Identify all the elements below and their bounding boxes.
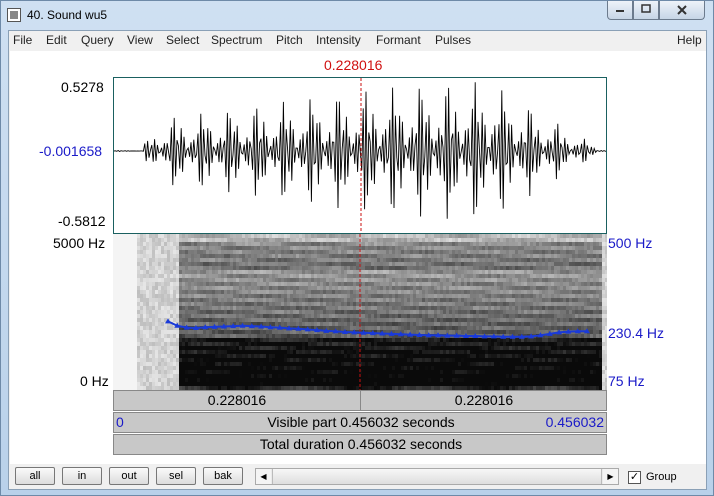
visible-part-text: Visible part 0.456032 seconds xyxy=(114,413,608,432)
group-checkbox[interactable]: ✓ xyxy=(628,471,641,484)
scroll-thumb[interactable] xyxy=(272,469,602,484)
maximize-button[interactable] xyxy=(633,1,659,20)
menu-spectrum[interactable]: Spectrum xyxy=(211,33,262,47)
zoom-in-button[interactable]: in xyxy=(62,467,102,485)
zoom-out-button[interactable]: out xyxy=(109,467,149,485)
menu-help[interactable]: Help xyxy=(677,33,702,47)
title-bar[interactable]: 40. Sound wu5 xyxy=(1,1,713,29)
total-duration-bar[interactable]: Total duration 0.456032 seconds xyxy=(113,434,607,455)
waveform-trace xyxy=(114,82,607,219)
editor-canvas[interactable]: 0.228016 0.5278 -0.001658 -0.5812 5000 H… xyxy=(10,51,706,464)
group-label: Group xyxy=(646,471,677,483)
menu-formant[interactable]: Formant xyxy=(376,33,421,47)
maximize-icon xyxy=(640,4,652,14)
visible-part-bar[interactable]: 0 Visible part 0.456032 seconds 0.456032 xyxy=(113,412,607,433)
close-button[interactable] xyxy=(659,1,705,20)
zoom-selection-button[interactable]: sel xyxy=(156,467,196,485)
menu-bar: File Edit Query View Select Spectrum Pit… xyxy=(9,31,706,50)
waveform-panel[interactable] xyxy=(113,77,607,234)
menu-view[interactable]: View xyxy=(127,33,153,47)
waveform-zero-label: -0.001658 xyxy=(39,143,102,159)
sound-editor-window: 40. Sound wu5 File Edit Query View Selec… xyxy=(0,0,714,496)
spectrogram-max-freq-label: 5000 Hz xyxy=(53,235,105,251)
zoom-back-button[interactable]: bak xyxy=(203,467,243,485)
menu-pulses[interactable]: Pulses xyxy=(435,33,471,47)
horizontal-scrollbar[interactable]: ◀ ▶ xyxy=(255,468,619,485)
close-icon xyxy=(675,4,689,16)
pitch-cursor-label: 230.4 Hz xyxy=(608,325,664,341)
window-title: 40. Sound wu5 xyxy=(27,8,107,22)
menu-intensity[interactable]: Intensity xyxy=(316,33,361,47)
menu-query[interactable]: Query xyxy=(81,33,114,47)
spectrogram-plot xyxy=(113,234,607,390)
visible-end-label: 0.456032 xyxy=(546,414,604,430)
bottom-controls: all in out sel bak ◀ ▶ ✓ Group xyxy=(9,464,706,489)
minimize-button[interactable] xyxy=(607,1,633,20)
menu-select[interactable]: Select xyxy=(166,33,199,47)
total-duration-text: Total duration 0.456032 seconds xyxy=(114,435,608,454)
menu-pitch[interactable]: Pitch xyxy=(276,33,303,47)
praat-app-icon xyxy=(7,8,21,22)
waveform-max-label: 0.5278 xyxy=(61,79,104,95)
cursor-time-label: 0.228016 xyxy=(324,57,382,73)
waveform-plot xyxy=(114,78,607,234)
zoom-all-button[interactable]: all xyxy=(15,467,55,485)
menu-edit[interactable]: Edit xyxy=(46,33,67,47)
scroll-right-arrow-icon[interactable]: ▶ xyxy=(603,469,618,484)
editor-client-area: File Edit Query View Select Spectrum Pit… xyxy=(8,30,707,490)
menu-file[interactable]: File xyxy=(13,33,32,47)
selection-halves-bar: 0.228016 0.228016 xyxy=(113,390,607,411)
spectrogram-panel[interactable] xyxy=(113,234,607,390)
spectrogram-min-freq-label: 0 Hz xyxy=(80,373,109,389)
minimize-icon xyxy=(614,4,626,14)
right-half-segment[interactable]: 0.228016 xyxy=(361,391,607,410)
waveform-min-label: -0.5812 xyxy=(58,213,105,229)
scroll-left-arrow-icon[interactable]: ◀ xyxy=(256,469,271,484)
pitch-max-label: 500 Hz xyxy=(608,235,652,251)
pitch-min-label: 75 Hz xyxy=(608,373,645,389)
left-half-segment[interactable]: 0.228016 xyxy=(114,391,360,410)
